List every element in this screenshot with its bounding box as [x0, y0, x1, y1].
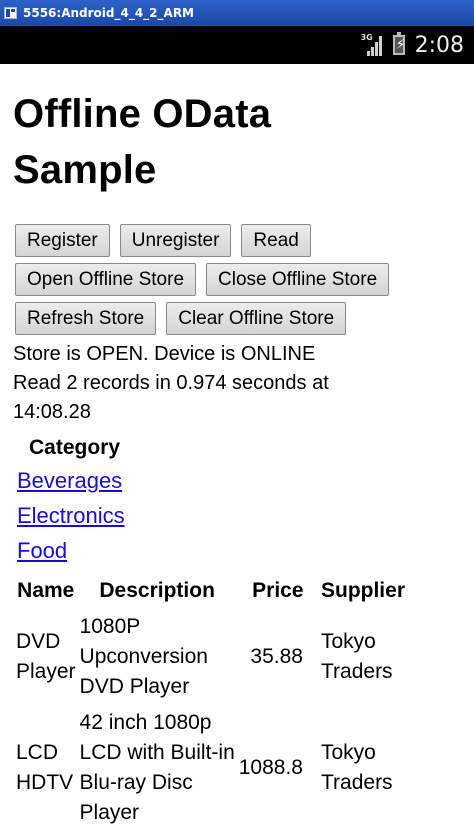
products-table: Name Description Price Supplier DVD Play… — [12, 572, 409, 832]
cell-supplier: Tokyo Traders — [320, 630, 393, 683]
network-type: 3G — [360, 33, 373, 42]
cell-description: 1080P Upconversion DVD Player — [79, 615, 208, 698]
read-button[interactable]: Read — [241, 224, 311, 257]
unregister-button[interactable]: Unregister — [119, 224, 232, 257]
button-row-3: Refresh Store Clear Offline Store — [15, 302, 468, 341]
open-offline-store-button[interactable]: Open Offline Store — [15, 263, 197, 296]
status-clock: 2:08 — [414, 32, 464, 58]
read-result-line: Read 2 records in 0.974 seconds at — [13, 372, 329, 394]
read-time-line: 14:08.28 — [13, 401, 91, 423]
button-row-1: Register Unregister Read — [15, 224, 468, 263]
page-title-line2: Sample — [13, 148, 157, 192]
table-header-row: Name Description Price Supplier — [16, 574, 405, 608]
window-icon — [4, 7, 17, 19]
app-content: Offline OData Sample Register Unregister… — [13, 64, 468, 832]
cell-price: 1088.8 — [238, 756, 303, 779]
refresh-store-button[interactable]: Refresh Store — [15, 302, 157, 335]
category-link-beverages[interactable]: Beverages — [17, 463, 468, 498]
button-row-2: Open Offline Store Close Offline Store — [15, 263, 468, 302]
store-status-line: Store is OPEN. Device is ONLINE — [13, 343, 316, 365]
cell-description: 42 inch 1080p LCD with Built-in Blu-ray … — [79, 711, 235, 824]
status-text: Store is OPEN. Device is ONLINE Read 2 r… — [13, 340, 468, 427]
table-row: LCD HDTV 42 inch 1080p LCD with Built-in… — [16, 706, 405, 830]
signal-icon: 3G — [360, 33, 383, 56]
cell-price: 35.88 — [250, 645, 303, 668]
table-row: DVD Player 1080P Upconversion DVD Player… — [16, 610, 405, 704]
column-header-supplier: Supplier — [320, 579, 405, 602]
cell-name: LCD HDTV — [16, 741, 74, 794]
android-status-bar: 3G ⚡ 2:08 — [0, 26, 474, 64]
clear-offline-store-button[interactable]: Clear Offline Store — [166, 302, 347, 335]
close-offline-store-button[interactable]: Close Offline Store — [206, 263, 390, 296]
register-button[interactable]: Register — [15, 224, 110, 257]
column-header-price: Price — [252, 579, 304, 602]
page-title-line1: Offline OData — [13, 92, 272, 136]
window-title: 5556:Android_4_4_2_ARM — [23, 6, 194, 20]
page-title: Offline OData Sample — [13, 86, 468, 198]
battery-charging-icon: ⚡ — [392, 32, 405, 55]
category-header: Category — [29, 436, 121, 459]
column-header-description: Description — [99, 579, 215, 602]
emulator-title-bar: 5556:Android_4_4_2_ARM — [0, 0, 474, 26]
cell-supplier: Tokyo Traders — [320, 741, 393, 794]
category-link-food[interactable]: Food — [17, 533, 468, 568]
cell-name: DVD Player — [16, 630, 76, 683]
category-link-electronics[interactable]: Electronics — [17, 498, 468, 533]
column-header-name: Name — [17, 579, 75, 602]
